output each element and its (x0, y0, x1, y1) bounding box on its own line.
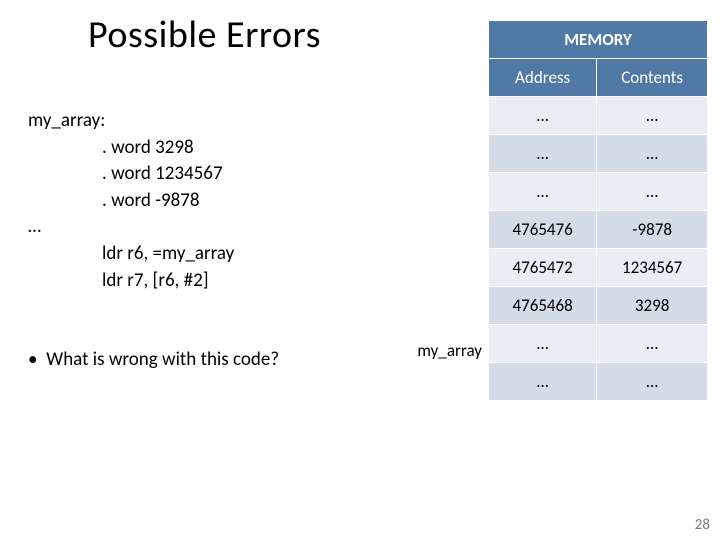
bullet-text: What is wrong with this code? (46, 348, 279, 371)
table-row: … … (489, 135, 708, 173)
code-ellipsis: … (28, 214, 234, 241)
addr-cell: 4765476 (489, 211, 597, 249)
cont-cell: -9878 (597, 211, 708, 249)
code-block: my_array: . word 3298 . word 1234567 . w… (28, 108, 234, 294)
cont-cell: 3298 (597, 287, 708, 325)
cont-cell: … (597, 325, 708, 363)
addr-cell: … (489, 363, 597, 401)
addr-cell: 4765468 (489, 287, 597, 325)
code-line: ldr r7, [r6, #2] (28, 268, 234, 295)
addr-cell: 4765472 (489, 249, 597, 287)
memory-table: MEMORY Address Contents … … … … … … 4765… (488, 20, 708, 401)
cont-cell: … (597, 363, 708, 401)
col-address: Address (489, 59, 597, 97)
slide: Possible Errors my_array: . word 3298 . … (0, 0, 720, 540)
memory-title: MEMORY (489, 21, 708, 59)
code-line: . word 3298 (28, 135, 234, 162)
memory-row-label: my_array (417, 340, 482, 361)
code-label: my_array: (28, 109, 105, 132)
table-row: … … (489, 173, 708, 211)
slide-title: Possible Errors (88, 12, 321, 58)
table-row: 4765472 1234567 (489, 249, 708, 287)
addr-cell: … (489, 325, 597, 363)
table-row: 4765468 3298 (489, 287, 708, 325)
cont-cell: … (597, 97, 708, 135)
table-row: … … (489, 325, 708, 363)
table-row: … … (489, 363, 708, 401)
bullet-item: • What is wrong with this code? (28, 348, 279, 371)
table-row: Address Contents (489, 59, 708, 97)
cont-cell: … (597, 135, 708, 173)
cont-cell: … (597, 173, 708, 211)
code-line: . word -9878 (28, 188, 234, 215)
col-contents: Contents (597, 59, 708, 97)
cont-cell: 1234567 (597, 249, 708, 287)
bullet-dot: • (28, 348, 42, 371)
code-line: . word 1234567 (28, 161, 234, 188)
addr-cell: … (489, 135, 597, 173)
table-row: 4765476 -9878 (489, 211, 708, 249)
table-row: … … (489, 97, 708, 135)
code-line: ldr r6, =my_array (28, 241, 234, 268)
page-number: 28 (695, 516, 710, 534)
addr-cell: … (489, 173, 597, 211)
table-row: MEMORY (489, 21, 708, 59)
addr-cell: … (489, 97, 597, 135)
